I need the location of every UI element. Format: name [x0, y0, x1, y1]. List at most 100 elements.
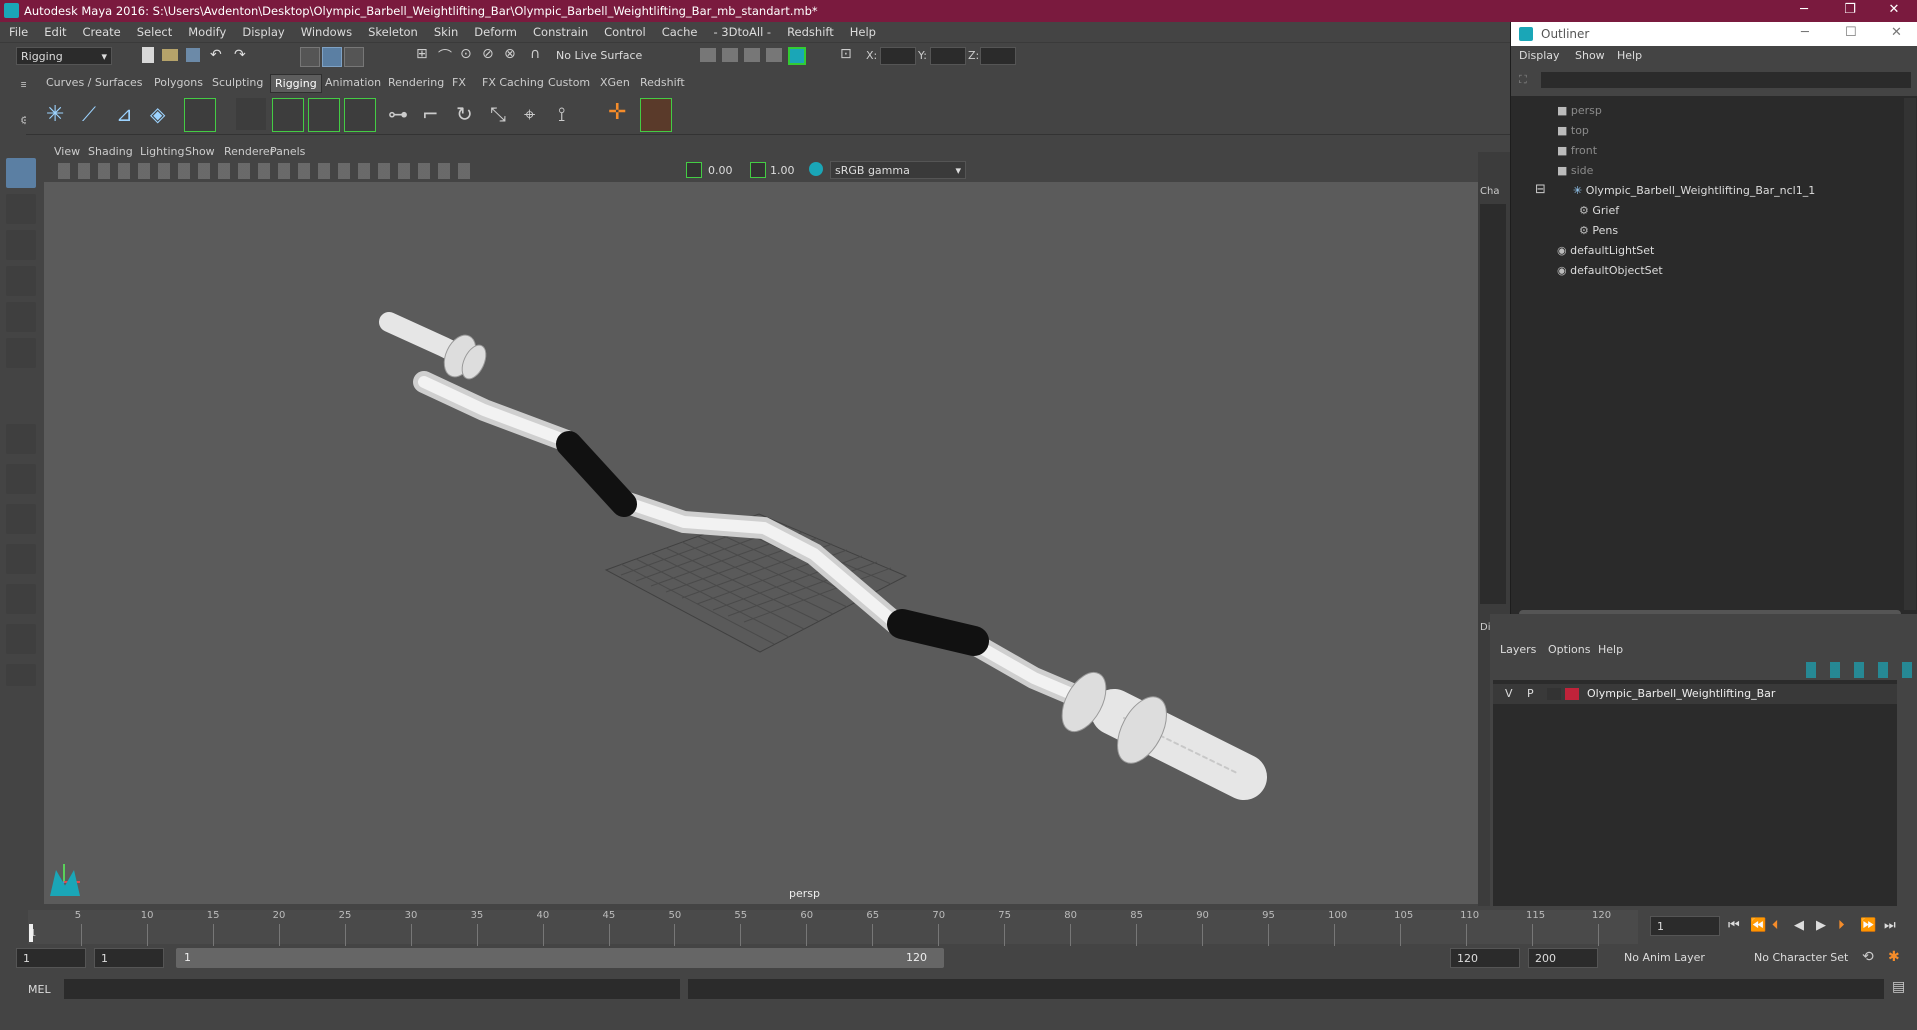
- command-input[interactable]: [64, 979, 680, 999]
- menu-control[interactable]: Control: [595, 22, 653, 39]
- open-scene-icon[interactable]: [162, 49, 178, 61]
- select-by-component-icon[interactable]: [344, 47, 364, 67]
- close-button[interactable]: ✕: [1874, 2, 1914, 17]
- snap-curve-icon[interactable]: ⌒: [438, 46, 452, 66]
- outliner-item[interactable]: ⚙ Grief: [1579, 202, 1619, 220]
- scale-constraint-icon[interactable]: ⤡: [490, 102, 506, 126]
- current-time-indicator[interactable]: [29, 924, 33, 942]
- two-pane-layout-icon[interactable]: [6, 504, 36, 534]
- redo-icon[interactable]: ↷: [234, 47, 246, 63]
- lasso-tool-icon[interactable]: [6, 194, 36, 224]
- scene-start-field[interactable]: 1: [16, 948, 86, 968]
- graph-layout-icon[interactable]: [6, 584, 36, 614]
- shelf-tab-polygons[interactable]: Polygons: [154, 76, 203, 89]
- anim-start-field[interactable]: 1: [94, 948, 164, 968]
- outliner-item[interactable]: ■ side: [1557, 162, 1593, 180]
- lattice-icon[interactable]: [308, 98, 340, 132]
- ik-spline-icon[interactable]: ⊿: [116, 102, 133, 126]
- menu-3dtoall[interactable]: - 3DtoAll -: [704, 22, 778, 39]
- select-tool-icon[interactable]: [6, 158, 36, 188]
- outliner-item[interactable]: ■ persp: [1557, 102, 1602, 120]
- magnet-icon[interactable]: ∩: [530, 46, 540, 62]
- script-editor-icon[interactable]: ▤: [1892, 979, 1905, 995]
- layer-menu-options[interactable]: Options: [1548, 643, 1590, 656]
- range-bar[interactable]: 1 120: [176, 948, 944, 968]
- menu-skin[interactable]: Skin: [425, 22, 465, 39]
- ipr-render-icon[interactable]: [744, 48, 760, 62]
- maximize-button[interactable]: ❐: [1830, 2, 1870, 17]
- shelf-tab-rendering[interactable]: Rendering: [388, 76, 444, 89]
- current-frame-field[interactable]: 1: [1650, 916, 1720, 936]
- outliner-layout-icon[interactable]: [6, 544, 36, 574]
- panel-menu-show[interactable]: Show: [185, 145, 215, 158]
- minimize-button[interactable]: ─: [1784, 2, 1824, 17]
- menu-display[interactable]: Display: [233, 22, 291, 39]
- play-forward-icon[interactable]: ▶: [1816, 918, 1826, 933]
- color-management-icon[interactable]: [809, 162, 823, 176]
- play-backward-icon[interactable]: ◀: [1794, 918, 1804, 933]
- layer-color-swatch[interactable]: [1565, 688, 1579, 700]
- rotate-tool-icon[interactable]: [6, 302, 36, 332]
- snap-live-icon[interactable]: ⊗: [504, 46, 516, 62]
- smooth-bind-icon[interactable]: [236, 98, 266, 130]
- scene-end-field[interactable]: 200: [1528, 948, 1598, 968]
- panel-menu-lighting[interactable]: Lighting: [140, 145, 184, 158]
- insert-joint-icon[interactable]: ◈: [150, 102, 165, 126]
- shelf-tab-sculpting[interactable]: Sculpting: [212, 76, 263, 89]
- outliner-item[interactable]: ✳ Olympic_Barbell_Weightlifting_Bar_ncl1…: [1573, 182, 1815, 200]
- menu-deform[interactable]: Deform: [465, 22, 524, 39]
- exposure-value[interactable]: 0.00: [708, 164, 733, 177]
- gamma-icon[interactable]: [750, 162, 766, 178]
- y-field[interactable]: [930, 47, 966, 65]
- menu-redshift[interactable]: Redshift: [778, 22, 841, 39]
- channel-box-tab[interactable]: Cha: [1480, 186, 1499, 197]
- menu-file[interactable]: File: [0, 22, 35, 39]
- menu-set-dropdown[interactable]: Rigging ▾: [16, 47, 112, 65]
- gamma-value[interactable]: 1.00: [770, 164, 795, 177]
- z-field[interactable]: [980, 47, 1016, 65]
- panel-tool-icons[interactable]: [58, 163, 478, 179]
- time-slider[interactable]: 1 5 10 15 20 25 30 35 40 45 50 55 60 65 70 75 80 85 90 95 10…: [0, 906, 1917, 946]
- step-back-frame-icon[interactable]: ⏴: [1772, 918, 1779, 933]
- snap-grid-icon[interactable]: ⊞: [416, 46, 428, 62]
- live-surface-field[interactable]: No Live Surface: [552, 47, 652, 65]
- hypershade-layout-icon[interactable]: [6, 624, 36, 654]
- shelf-tab-fx[interactable]: FX: [452, 76, 466, 89]
- step-forward-frame-icon[interactable]: ⏵: [1838, 918, 1845, 933]
- shelf-tab-redshift[interactable]: Redshift: [640, 76, 685, 89]
- outliner-search-input[interactable]: [1541, 72, 1911, 88]
- panel-menu-view[interactable]: View: [54, 145, 80, 158]
- layer-menu-help[interactable]: Help: [1598, 643, 1623, 656]
- locator-icon[interactable]: ✛: [608, 100, 626, 125]
- preferences-icon[interactable]: ✱: [1888, 949, 1900, 965]
- shelf-tab-custom[interactable]: Custom: [548, 76, 590, 89]
- four-view-layout-icon[interactable]: [6, 464, 36, 494]
- outliner-item[interactable]: ■ front: [1557, 142, 1597, 160]
- menu-skeleton[interactable]: Skeleton: [359, 22, 425, 39]
- move-tool-icon[interactable]: [6, 266, 36, 296]
- outliner-item[interactable]: ◉ defaultObjectSet: [1557, 262, 1663, 280]
- menu-constrain[interactable]: Constrain: [524, 22, 595, 39]
- menu-windows[interactable]: Windows: [292, 22, 359, 39]
- aim-constraint-icon[interactable]: ⌖: [524, 102, 535, 126]
- new-scene-icon[interactable]: [142, 47, 154, 63]
- outliner-menu-help[interactable]: Help: [1617, 49, 1642, 62]
- paint-select-tool-icon[interactable]: [6, 230, 36, 260]
- scale-tool-icon[interactable]: [6, 338, 36, 368]
- outliner-close-button[interactable]: ✕: [1891, 25, 1902, 40]
- outliner-item[interactable]: ⚙ Pens: [1579, 222, 1618, 240]
- point-constraint-icon[interactable]: ⌐: [422, 102, 439, 126]
- shelf-tab-animation[interactable]: Animation: [325, 76, 381, 89]
- layer-visibility-toggle[interactable]: V: [1505, 687, 1513, 700]
- menu-create[interactable]: Create: [74, 22, 128, 39]
- snap-view-plane-icon[interactable]: ⊘: [482, 46, 494, 62]
- filter-icon[interactable]: ⛶: [1519, 73, 1527, 87]
- go-to-end-icon[interactable]: ⏭: [1884, 918, 1896, 933]
- auto-key-icon[interactable]: ⟲: [1862, 949, 1874, 965]
- time-ruler[interactable]: 1 5 10 15 20 25 30 35 40 45 50 55 60 65 70 75 80 85 90 95 10…: [28, 910, 1638, 946]
- orient-constraint-icon[interactable]: ↻: [456, 102, 473, 126]
- anim-layer-dropdown[interactable]: No Anim Layer: [1620, 948, 1740, 968]
- transform-constraint-icon[interactable]: ⊡: [840, 46, 852, 62]
- shelf-tab-xgen[interactable]: XGen: [600, 76, 630, 89]
- color-space-dropdown[interactable]: sRGB gamma ▾: [830, 161, 966, 179]
